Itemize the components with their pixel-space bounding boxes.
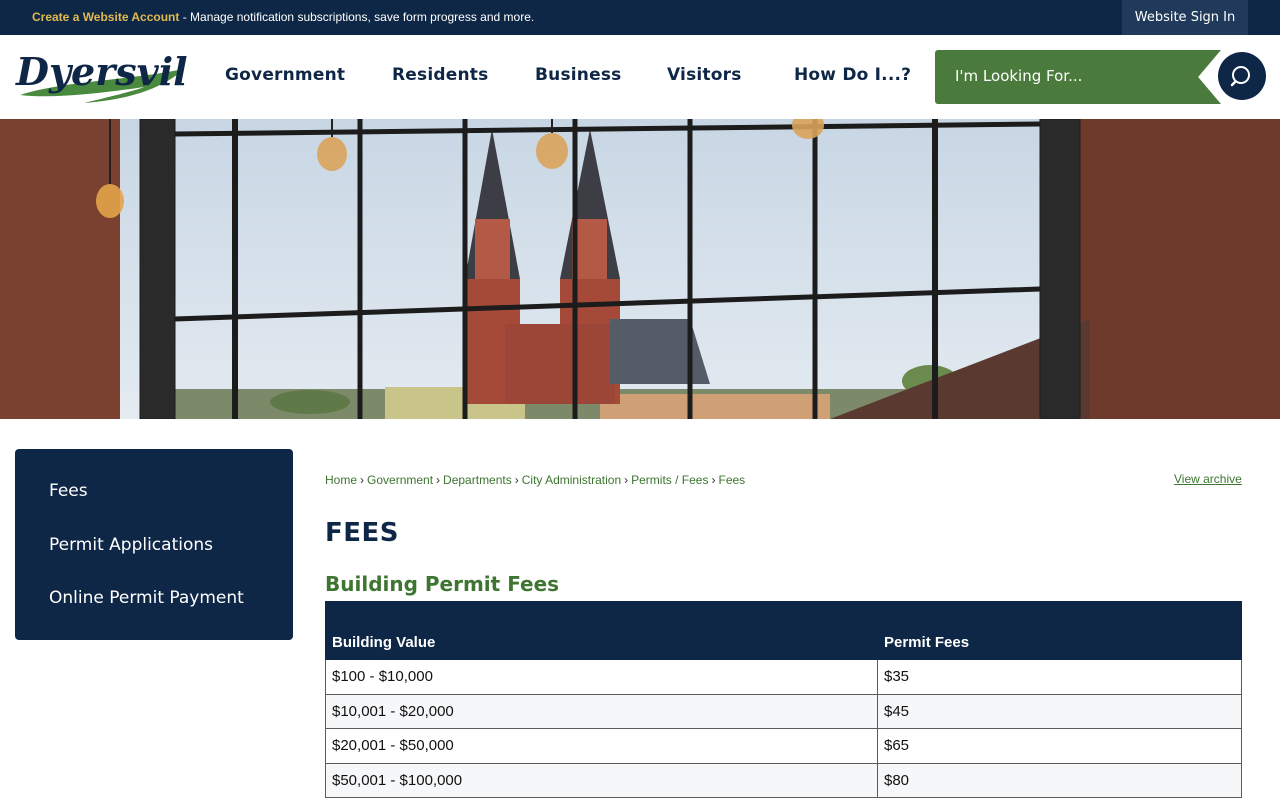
column-header-permit-fees: Permit Fees — [877, 601, 1242, 660]
table-row: $50,001 - $100,000 $80 — [325, 762, 1242, 798]
nav-business[interactable]: Business — [535, 65, 621, 85]
page-title: FEES — [325, 518, 400, 548]
breadcrumb-separator: › — [360, 473, 365, 487]
breadcrumb-permits-fees[interactable]: Permits / Fees — [631, 473, 708, 487]
table-header-row: Building Value Permit Fees — [325, 601, 1242, 660]
nav-visitors[interactable]: Visitors — [667, 65, 742, 85]
permit-fee-cell: $80 — [877, 762, 1242, 798]
building-value-cell: $50,001 - $100,000 — [325, 762, 878, 798]
sidebar-nav: Fees Permit Applications Online Permit P… — [15, 449, 293, 640]
search-button[interactable] — [1218, 52, 1266, 100]
nav-government[interactable]: Government — [225, 65, 345, 85]
nav-residents[interactable]: Residents — [392, 65, 488, 85]
breadcrumb-home[interactable]: Home — [325, 473, 357, 487]
breadcrumb-departments[interactable]: Departments — [443, 473, 512, 487]
nav-how-do-i[interactable]: How Do I...? — [794, 65, 911, 85]
breadcrumb-separator: › — [711, 473, 716, 487]
building-value-cell: $100 - $10,000 — [325, 659, 878, 695]
breadcrumb-separator: › — [436, 473, 441, 487]
table-row: $100 - $10,000 $35 — [325, 659, 1242, 695]
column-header-building-value: Building Value — [325, 601, 878, 660]
sidebar-item-permit-applications[interactable]: Permit Applications — [49, 535, 213, 555]
top-bar: Create a Website Account - Manage notifi… — [0, 0, 1280, 35]
table-row: $20,001 - $50,000 $65 — [325, 728, 1242, 764]
sidebar-item-fees[interactable]: Fees — [49, 481, 88, 501]
breadcrumb-government[interactable]: Government — [367, 473, 433, 487]
table-row: $10,001 - $20,000 $45 — [325, 693, 1242, 729]
permit-fee-cell: $35 — [877, 659, 1242, 695]
permit-fee-cell: $45 — [877, 693, 1242, 729]
permit-fee-cell: $65 — [877, 728, 1242, 764]
breadcrumb-fees[interactable]: Fees — [718, 473, 745, 487]
breadcrumb-separator: › — [624, 473, 629, 487]
sidebar-item-online-permit-payment[interactable]: Online Permit Payment — [49, 588, 244, 608]
search-icon — [1230, 66, 1250, 87]
view-archive-link[interactable]: View archive — [1174, 472, 1242, 486]
account-notice-text: - Manage notification subscriptions, sav… — [179, 10, 535, 24]
website-sign-in-button[interactable]: Website Sign In — [1122, 0, 1248, 35]
breadcrumb: Home › Government › Departments › City Adminis… — [325, 473, 745, 487]
logo-text: Dyersville — [15, 49, 188, 94]
building-value-cell: $10,001 - $20,000 — [325, 693, 878, 729]
building-value-cell: $20,001 - $50,000 — [325, 728, 878, 764]
search-input[interactable] — [955, 67, 1185, 85]
breadcrumb-city-administration[interactable]: City Administration — [522, 473, 621, 487]
create-account-link[interactable]: Create a Website Account — [32, 10, 179, 24]
dyersville-logo[interactable]: Dyersville — [14, 47, 226, 109]
search-box — [935, 50, 1225, 104]
hero-banner-image — [0, 119, 1280, 419]
section-title: Building Permit Fees — [325, 572, 560, 596]
site-header: Dyersville Government Residents Business… — [0, 35, 1280, 119]
account-notice: Create a Website Account - Manage notifi… — [32, 10, 534, 25]
breadcrumb-separator: › — [514, 473, 519, 487]
fees-table: Building Value Permit Fees $100 - $10,00… — [325, 601, 1242, 798]
